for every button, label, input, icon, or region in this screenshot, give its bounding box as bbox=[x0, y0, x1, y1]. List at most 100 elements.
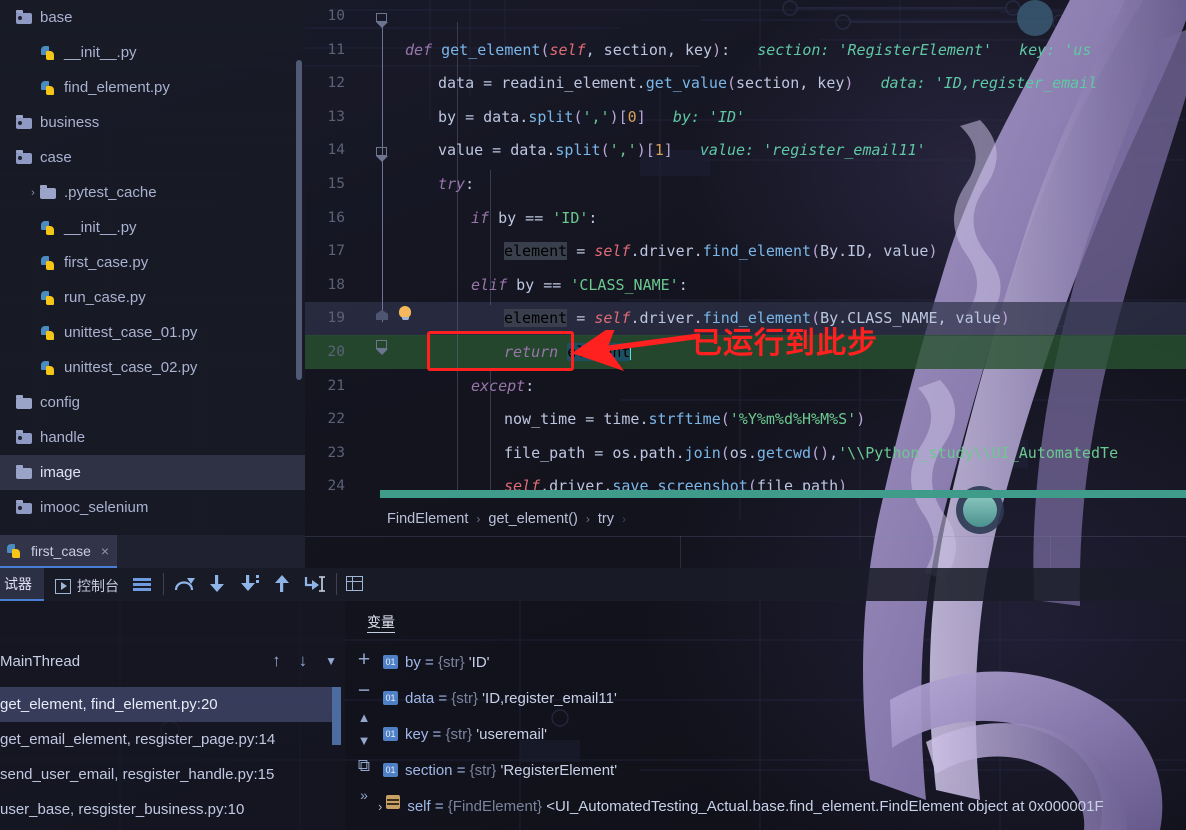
folder-icon bbox=[40, 185, 58, 201]
debugger-tab[interactable]: 试器 bbox=[0, 568, 44, 601]
close-icon[interactable]: × bbox=[101, 544, 109, 558]
chevron-right-icon: › bbox=[621, 511, 626, 526]
thread-label: MainThread bbox=[0, 652, 81, 670]
string-type-icon: 01 bbox=[383, 655, 398, 669]
step-into-button[interactable] bbox=[206, 574, 228, 594]
tree-item-unittest-case-01-py[interactable]: unittest_case_01.py bbox=[0, 315, 305, 350]
tree-item--init-py[interactable]: __init__.py bbox=[0, 35, 305, 70]
python-file-icon bbox=[6, 543, 24, 559]
project-tree-scrollbar[interactable] bbox=[296, 60, 302, 380]
frame-nav-controls[interactable]: ↑ ↓ ▼ bbox=[272, 645, 337, 677]
tree-item-label: unittest_case_02.py bbox=[64, 359, 198, 376]
chevron-right-icon: › bbox=[476, 511, 481, 526]
tree-item-find-element-py[interactable]: find_element.py bbox=[0, 70, 305, 105]
folder-source-icon bbox=[16, 115, 34, 131]
variable-row-data[interactable]: 01 data = {str} 'ID,register_email11' bbox=[383, 681, 617, 717]
run-to-cursor-button[interactable] bbox=[303, 574, 329, 594]
breadcrumb-item-2[interactable]: try bbox=[598, 511, 614, 527]
variable-type: {FindElement} bbox=[447, 798, 547, 815]
step-into-icon bbox=[210, 575, 224, 592]
overflow-icon[interactable]: » bbox=[360, 788, 368, 802]
tree-item-label: case bbox=[40, 149, 72, 166]
folder-source-icon bbox=[16, 430, 34, 446]
minus-icon[interactable]: − bbox=[358, 680, 370, 701]
stack-frame-row[interactable]: send_user_email, resgister_handle.py:15 bbox=[0, 757, 332, 792]
tree-item-config[interactable]: config bbox=[0, 385, 305, 420]
annotation-box bbox=[427, 331, 574, 371]
folder-source-icon bbox=[16, 500, 34, 516]
tree-item-image[interactable]: image bbox=[0, 455, 305, 490]
annotation-arrow-icon bbox=[572, 330, 701, 372]
force-step-into-icon bbox=[241, 575, 259, 591]
breadcrumb-item-0[interactable]: FindElement bbox=[387, 511, 468, 527]
variable-value: <UI_AutomatedTesting_Actual.base.find_el… bbox=[546, 798, 1104, 815]
chevron-right-icon[interactable]: › bbox=[26, 187, 40, 199]
panel-divider bbox=[1050, 536, 1051, 568]
plus-icon[interactable]: + bbox=[358, 649, 370, 670]
chevron-down-icon[interactable]: ▼ bbox=[325, 654, 337, 668]
step-over-button[interactable] bbox=[173, 574, 195, 594]
stack-frame-row[interactable]: get_element, find_element.py:20 bbox=[0, 687, 332, 722]
variable-type: {str} bbox=[437, 654, 469, 671]
triangle-down-icon[interactable]: ▼ bbox=[358, 734, 371, 747]
triangle-up-icon[interactable]: ▲ bbox=[358, 711, 371, 724]
tree-item-run-case-py[interactable]: run_case.py bbox=[0, 280, 305, 315]
breadcrumb-item-1[interactable]: get_element() bbox=[488, 511, 577, 527]
tree-item-base[interactable]: base bbox=[0, 0, 305, 35]
tree-item-unittest-case-02-py[interactable]: unittest_case_02.py bbox=[0, 350, 305, 385]
variables-title: 变量 bbox=[367, 612, 395, 633]
menu-icon bbox=[133, 578, 151, 591]
step-out-button[interactable] bbox=[271, 574, 293, 594]
tree-item-label: unittest_case_01.py bbox=[64, 324, 198, 341]
frames-scrollbar[interactable] bbox=[332, 687, 341, 745]
tree-item-handle[interactable]: handle bbox=[0, 420, 305, 455]
run-icon bbox=[55, 578, 71, 594]
tree-item--pytest-cache[interactable]: › .pytest_cache bbox=[0, 175, 305, 210]
copy-icon[interactable]: ⧉ bbox=[358, 757, 370, 774]
python-file-icon bbox=[40, 45, 58, 61]
arrow-up-icon[interactable]: ↑ bbox=[272, 651, 281, 671]
editor-tab-first-case[interactable]: first_case × bbox=[0, 535, 118, 568]
chevron-right-icon[interactable]: › bbox=[378, 799, 382, 814]
tree-item-label: handle bbox=[40, 429, 86, 446]
variable-row-self[interactable]: › self = {FindElement} <UI_AutomatedTesti… bbox=[378, 789, 1104, 825]
variable-value: 'ID,register_email11' bbox=[482, 690, 617, 707]
object-type-icon bbox=[386, 795, 401, 809]
breadcrumb[interactable]: FindElement › get_element() › try › bbox=[305, 502, 1186, 535]
tree-item-imooc-selenium[interactable]: imooc_selenium bbox=[0, 490, 305, 525]
project-tree[interactable]: base __init__.py find_element.py business ca… bbox=[0, 0, 305, 535]
variable-name: data = bbox=[405, 690, 452, 707]
tree-item-business[interactable]: business bbox=[0, 105, 305, 140]
python-file-icon bbox=[40, 255, 58, 271]
stack-frame-label: get_element, find_element.py:20 bbox=[0, 696, 218, 713]
variable-name: key = bbox=[405, 726, 446, 743]
toolbar-separator bbox=[336, 573, 337, 595]
console-button[interactable]: 控制台 bbox=[55, 576, 119, 596]
menu-button[interactable] bbox=[133, 578, 151, 591]
editor-bottom-teal-bar bbox=[380, 490, 1186, 498]
frames-pane[interactable]: MainThread ↑ ↓ ▼ get_element, find_eleme… bbox=[0, 601, 345, 830]
force-step-into-button[interactable] bbox=[238, 574, 264, 594]
variable-type: {str} bbox=[451, 690, 483, 707]
thread-selector[interactable]: MainThread ↑ ↓ ▼ bbox=[0, 645, 345, 677]
variable-name: self = bbox=[407, 798, 448, 815]
debugger-body: MainThread ↑ ↓ ▼ get_element, find_eleme… bbox=[0, 601, 1186, 830]
evaluate-expression-button[interactable] bbox=[346, 576, 363, 591]
stack-frame-row[interactable]: get_email_element, resgister_page.py:14 bbox=[0, 722, 332, 757]
variable-name: section = bbox=[405, 762, 470, 779]
code-editor[interactable]: 10 11 12 13 14 15 16 17 18 19 20 21 22 23 24 def get_e… bbox=[305, 0, 1186, 495]
tree-item-case[interactable]: case bbox=[0, 140, 305, 175]
tree-item-page[interactable]: page bbox=[0, 525, 305, 535]
tree-item--init-py[interactable]: __init__.py bbox=[0, 210, 305, 245]
tree-item-first-case-py[interactable]: first_case.py bbox=[0, 245, 305, 280]
string-type-icon: 01 bbox=[383, 763, 398, 777]
tree-item-label: __init__.py bbox=[64, 219, 137, 236]
variable-row-section[interactable]: 01 section = {str} 'RegisterElement' bbox=[383, 753, 617, 789]
variable-row-key[interactable]: 01 key = {str} 'useremail' bbox=[383, 717, 547, 753]
panel-divider bbox=[305, 536, 1186, 537]
variable-type: {str} bbox=[445, 726, 477, 743]
arrow-down-icon[interactable]: ↓ bbox=[299, 651, 308, 671]
python-file-icon bbox=[40, 290, 58, 306]
variable-row-by[interactable]: 01 by = {str} 'ID' bbox=[383, 645, 490, 681]
stack-frame-row[interactable]: user_base, resgister_business.py:10 bbox=[0, 792, 332, 827]
